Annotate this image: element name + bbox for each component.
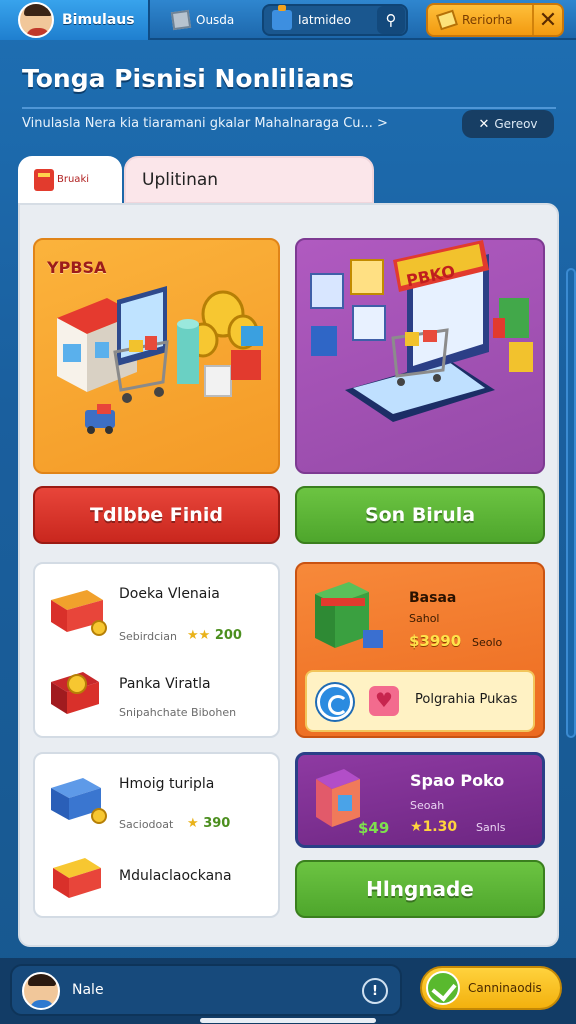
page-subtitle[interactable]: Vinulasla Nera kia tiaramani gkalar Maha…: [22, 116, 388, 131]
shop-item-price: ★1.30: [410, 819, 457, 835]
item-price: ★★ 200: [187, 628, 242, 643]
list-item[interactable]: Mdulaclaockana: [35, 842, 278, 918]
user-avatar: [22, 972, 60, 1010]
special-offer-card[interactable]: Basaa Sahol $3990 Seolo Polgrahia Pukas: [295, 562, 545, 738]
generate-label: Gereov: [494, 117, 538, 131]
shop-item-title: Spao Poko: [410, 771, 505, 790]
offer-label: Reriorha: [462, 13, 513, 27]
tab-store-label: Bruaki: [57, 174, 90, 185]
list-item[interactable]: Doeka Vlenaia Sebirdcian ★★ 200: [35, 564, 278, 652]
item-price: ★ 390: [187, 816, 230, 831]
shop-item-subtitle: Seoah: [410, 799, 445, 812]
item-subtitle: Saciodoat: [119, 818, 174, 831]
find-deals-button[interactable]: Tdlbbe Finid: [33, 486, 280, 544]
search-icon[interactable]: ⚲: [377, 6, 405, 34]
scrollbar[interactable]: [566, 268, 576, 738]
item-list-card-2: Hmoig turipla Saciodoat ★ 390 Mdulaclaoc…: [33, 752, 280, 918]
online-store-illustration: PBKO: [310, 240, 533, 422]
search-label: Iatmideo: [298, 13, 351, 27]
online-store-hero-card[interactable]: PBKO: [295, 238, 545, 474]
shop-item-price-value: 1.30: [422, 819, 458, 835]
page-title: Tonga Pisnisi Nonlilians: [22, 64, 355, 93]
offer-title: Basaa: [409, 590, 457, 606]
item-title: Doeka Vlenaia: [119, 586, 220, 602]
player-avatar: [18, 2, 54, 38]
item-subtitle: Snipahchate Bibohen: [119, 706, 237, 719]
offer-subtitle: Sahol: [409, 612, 440, 625]
close-small-icon: ✕: [478, 116, 490, 132]
heart-icon: [369, 686, 399, 716]
home-indicator[interactable]: [200, 1018, 376, 1023]
item-price-value: 200: [214, 628, 242, 643]
title-divider: [22, 107, 556, 109]
continue-label: Canninaodis: [468, 981, 542, 995]
upgrade-button[interactable]: Hlngnade: [295, 860, 545, 918]
gold-crate-icon: [51, 672, 99, 714]
item-subtitle: Sebirdcian: [119, 630, 177, 643]
star-icon: ★: [187, 816, 199, 831]
promo-label: Polgrahia Pukas: [415, 692, 518, 707]
brand-label: Bimulaus: [62, 12, 135, 28]
treasure-chest-icon: [51, 590, 107, 636]
item-title: Mdulaclaockana: [119, 868, 232, 884]
tab-store[interactable]: Bruaki: [18, 156, 122, 214]
shop-item-card[interactable]: $49 Spao Poko Seoah ★1.30 Sanls: [295, 752, 545, 848]
shop-item-alt-price: $49: [358, 819, 390, 837]
shop-item-price-label: Sanls: [476, 821, 506, 834]
list-item[interactable]: Hmoig turipla Saciodoat ★ 390: [35, 754, 278, 842]
brand-tab[interactable]: Bimulaus: [0, 0, 150, 40]
simulate-button[interactable]: Son Birula: [295, 486, 545, 544]
info-icon[interactable]: !: [362, 978, 388, 1004]
user-panel[interactable]: Nale !: [10, 964, 402, 1016]
box-tab[interactable]: Ousda: [170, 0, 235, 40]
top-bar: Bimulaus Ousda Iatmideo ⚲ Reriorha ✕: [0, 0, 576, 40]
generate-button[interactable]: ✕ Gereov: [462, 110, 554, 138]
item-title: Panka Viratla: [119, 676, 211, 692]
gift-icon: [272, 5, 292, 30]
offer-price: $3990: [409, 632, 462, 650]
yellow-crate-icon: [53, 858, 101, 898]
item-list-card-1: Doeka Vlenaia Sebirdcian ★★ 200 Panka Vi…: [33, 562, 280, 738]
green-crate-icon: [315, 582, 383, 648]
bottom-bar: Nale ! Canninaodis: [0, 958, 576, 1024]
box-icon: [170, 9, 192, 31]
search-bar[interactable]: Iatmideo ⚲: [262, 4, 408, 36]
close-icon[interactable]: ✕: [532, 5, 562, 35]
continue-button[interactable]: Canninaodis: [420, 966, 562, 1010]
offer-tab[interactable]: Reriorha ✕: [426, 3, 564, 37]
store-icon: [34, 169, 54, 191]
ticket-icon: [435, 9, 459, 31]
list-item[interactable]: Panka Viratla Snipahchate Bibohen: [35, 652, 278, 738]
promo-bar[interactable]: Polgrahia Pukas: [305, 670, 535, 732]
box-label: Ousda: [196, 13, 235, 27]
market-hero-card[interactable]: YPBSA: [33, 238, 280, 474]
checkmark-icon: [426, 971, 460, 1005]
star-icon: ★: [410, 819, 423, 835]
star-icon: ★★: [187, 628, 211, 643]
blue-crate-icon: [51, 778, 107, 824]
user-name: Nale: [72, 982, 104, 998]
item-price-value: 390: [203, 816, 231, 831]
item-title: Hmoig turipla: [119, 776, 215, 792]
tab-upgrade[interactable]: Uplitinan: [124, 156, 374, 204]
tab-upgrade-label: Uplitinan: [142, 170, 219, 190]
offer-price-label: Seolo: [472, 636, 503, 649]
clock-icon: [317, 684, 353, 720]
supermarket-illustration: [57, 286, 263, 434]
